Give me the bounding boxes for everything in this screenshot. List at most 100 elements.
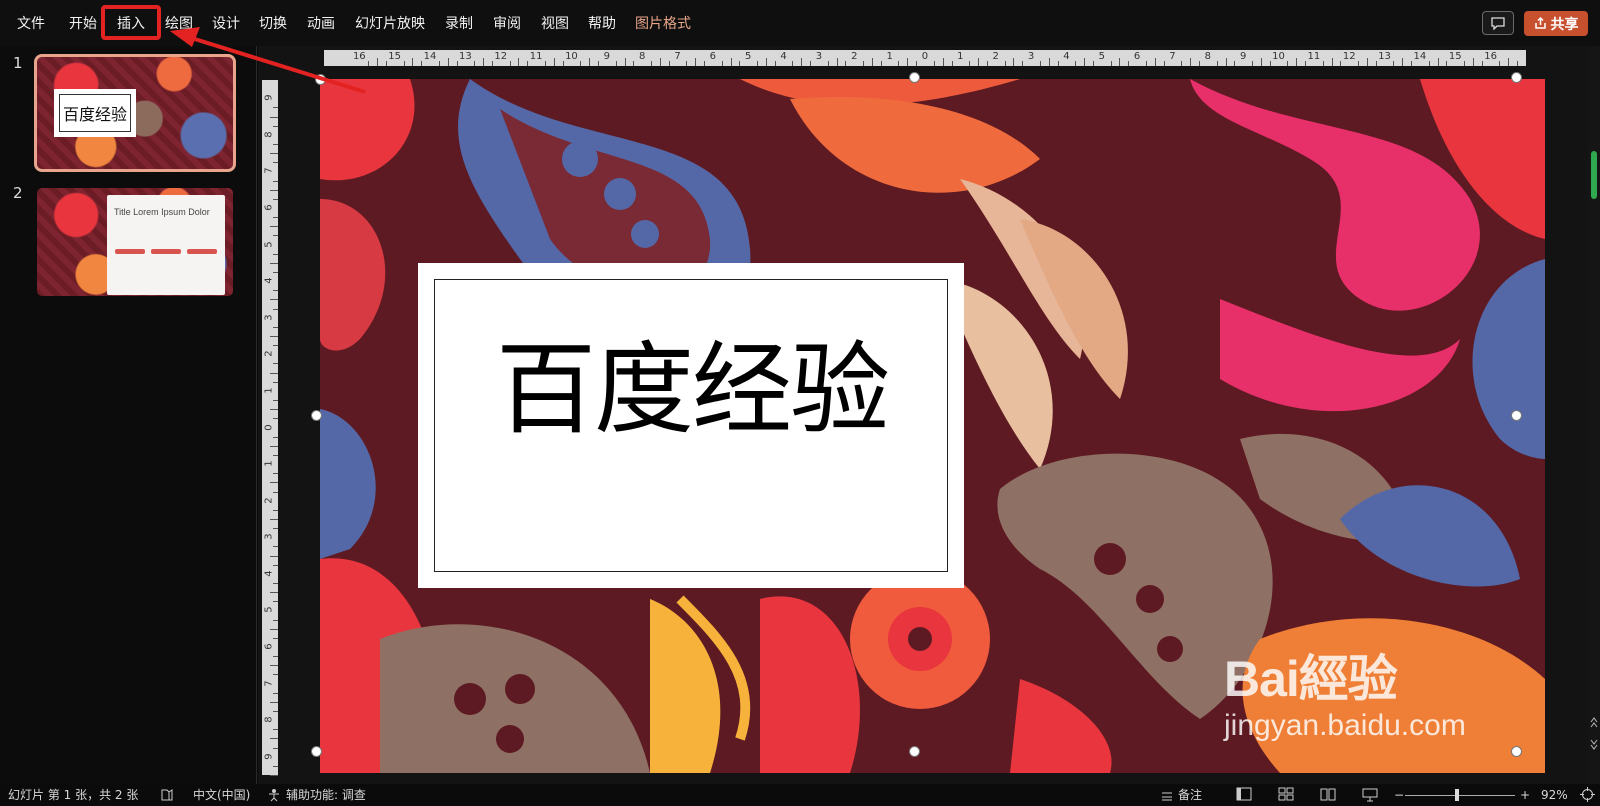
ruler-label: 6 xyxy=(1133,51,1141,62)
ribbon-tab[interactable]: 图片格式 xyxy=(635,13,691,35)
rotate-handle[interactable] xyxy=(909,72,920,83)
next-slide-icon[interactable] xyxy=(1589,736,1599,756)
ruler-tick xyxy=(907,58,909,66)
resize-handle-bottom[interactable] xyxy=(909,746,920,757)
ruler-tick xyxy=(1013,58,1015,66)
comments-button[interactable] xyxy=(1482,11,1514,35)
slideshow-icon[interactable] xyxy=(1362,787,1378,802)
ruler-tick xyxy=(659,58,661,66)
comment-icon xyxy=(1491,16,1505,30)
ruler-tick xyxy=(270,518,278,520)
ruler-tick xyxy=(273,217,278,219)
zoom-slider-knob[interactable] xyxy=(1455,789,1459,801)
scrollbar-thumb[interactable] xyxy=(1591,151,1597,199)
resize-handle-bottom-right[interactable] xyxy=(1511,746,1522,757)
ruler-tick xyxy=(951,61,953,66)
ruler-tick xyxy=(1216,61,1218,66)
ruler-tick xyxy=(757,61,759,66)
ruler-tick xyxy=(1004,61,1006,66)
ruler-label: 0 xyxy=(921,51,929,62)
ruler-tick xyxy=(704,61,706,66)
ruler-tick xyxy=(774,61,776,66)
ribbon-tab[interactable]: 设计 xyxy=(212,13,240,35)
ruler-tick xyxy=(544,61,546,66)
zoom-slider-track[interactable] xyxy=(1405,795,1515,796)
title-placeholder[interactable]: 百度经验 xyxy=(418,263,964,588)
ruler-tick xyxy=(1092,61,1094,66)
ruler-label: 1 xyxy=(263,387,275,394)
spellcheck-icon[interactable] xyxy=(160,788,174,802)
ribbon-tab[interactable]: 切换 xyxy=(259,13,287,35)
resize-handle-top-left[interactable] xyxy=(315,74,326,85)
zoom-out-icon[interactable]: − xyxy=(1394,788,1404,802)
resize-handle-right[interactable] xyxy=(1511,410,1522,421)
slide-thumbnail-2[interactable]: Title Lorem Ipsum Dolor xyxy=(37,188,233,296)
accessibility-status[interactable]: 辅助功能: 调查 xyxy=(286,788,366,802)
slide-title-text[interactable]: 百度经验 xyxy=(435,330,949,450)
slide-thumbnails-panel: 1 百度经验 2 Title Lorem Ipsum Dolor xyxy=(0,46,257,784)
insert-tab-highlight xyxy=(101,5,161,40)
zoom-level[interactable]: 92% xyxy=(1541,788,1568,802)
thumbnail-number: 2 xyxy=(13,184,23,202)
slide-sorter-icon[interactable] xyxy=(1278,787,1294,802)
ruler-label: 10 xyxy=(565,51,578,62)
share-button[interactable]: 共享 xyxy=(1524,11,1588,36)
ruler-tick xyxy=(1057,61,1059,66)
prev-slide-icon[interactable] xyxy=(1589,714,1599,734)
ruler-tick xyxy=(447,58,449,66)
ribbon-tab[interactable]: 幻灯片放映 xyxy=(355,13,425,35)
ruler-label: 9 xyxy=(1239,51,1247,62)
ruler-tick xyxy=(792,61,794,66)
ruler-tick xyxy=(273,363,278,365)
resize-handle-left[interactable] xyxy=(311,410,322,421)
ruler-label: 9 xyxy=(263,753,275,760)
ruler-label: 7 xyxy=(1169,51,1176,62)
ribbon-tab[interactable]: 文件 xyxy=(17,13,45,35)
thumbnail-title-text: 百度经验 xyxy=(59,94,131,132)
slide-thumbnail-1[interactable]: 百度经验 xyxy=(34,54,236,172)
zoom-in-icon[interactable]: + xyxy=(1520,788,1530,802)
ribbon-tab[interactable]: 开始 xyxy=(69,13,97,35)
watermark-url: jingyan.baidu.com xyxy=(1224,709,1466,742)
ruler-label: 8 xyxy=(638,51,646,62)
ruler-label: 5 xyxy=(745,51,752,62)
ruler-tick xyxy=(273,418,278,420)
ruler-tick xyxy=(273,107,278,109)
ruler-tick xyxy=(385,61,387,66)
ruler-tick xyxy=(273,235,278,237)
fit-to-window-icon[interactable] xyxy=(1580,787,1595,802)
ruler-label: 13 xyxy=(1378,51,1391,62)
language-indicator[interactable]: 中文(中国) xyxy=(193,788,250,802)
ribbon-tab[interactable]: 帮助 xyxy=(588,13,616,35)
ruler-tick xyxy=(270,445,278,447)
ribbon-tab[interactable]: 绘图 xyxy=(165,13,193,35)
resize-handle-top-right[interactable] xyxy=(1511,72,1522,83)
notes-button[interactable]: 备注 xyxy=(1178,788,1202,802)
ribbon-tab[interactable]: 录制 xyxy=(445,13,473,35)
ruler-label: 1 xyxy=(263,460,275,467)
ruler-tick xyxy=(273,454,278,456)
ruler-tick xyxy=(273,290,278,292)
ruler-tick xyxy=(668,61,670,66)
slide-canvas[interactable]: 百度经验 Bai經验 jingyan.baidu.com xyxy=(320,79,1545,773)
thumbnail-shape xyxy=(115,249,145,254)
vertical-scrollbar[interactable] xyxy=(1588,46,1600,784)
ribbon-tab[interactable]: 视图 xyxy=(541,13,569,35)
ruler-tick xyxy=(273,491,278,493)
ruler-tick xyxy=(1499,61,1501,66)
ribbon-tab[interactable]: 动画 xyxy=(307,13,335,35)
ruler-tick xyxy=(562,61,564,66)
ribbon-tab[interactable]: 审阅 xyxy=(493,13,521,35)
ruler-tick xyxy=(273,144,278,145)
ruler-tick xyxy=(1411,61,1413,66)
resize-handle-bottom-left[interactable] xyxy=(311,746,322,757)
ruler-tick xyxy=(1428,61,1430,66)
thumbnail-content-card: Title Lorem Ipsum Dolor xyxy=(107,195,225,295)
ruler-tick xyxy=(721,61,723,66)
share-icon xyxy=(1534,17,1546,29)
ruler-label: 14 xyxy=(1413,51,1427,62)
ruler-label: 7 xyxy=(263,167,275,175)
normal-view-icon[interactable] xyxy=(1236,787,1252,802)
reading-view-icon[interactable] xyxy=(1320,787,1336,802)
ruler-label: 7 xyxy=(263,679,275,687)
